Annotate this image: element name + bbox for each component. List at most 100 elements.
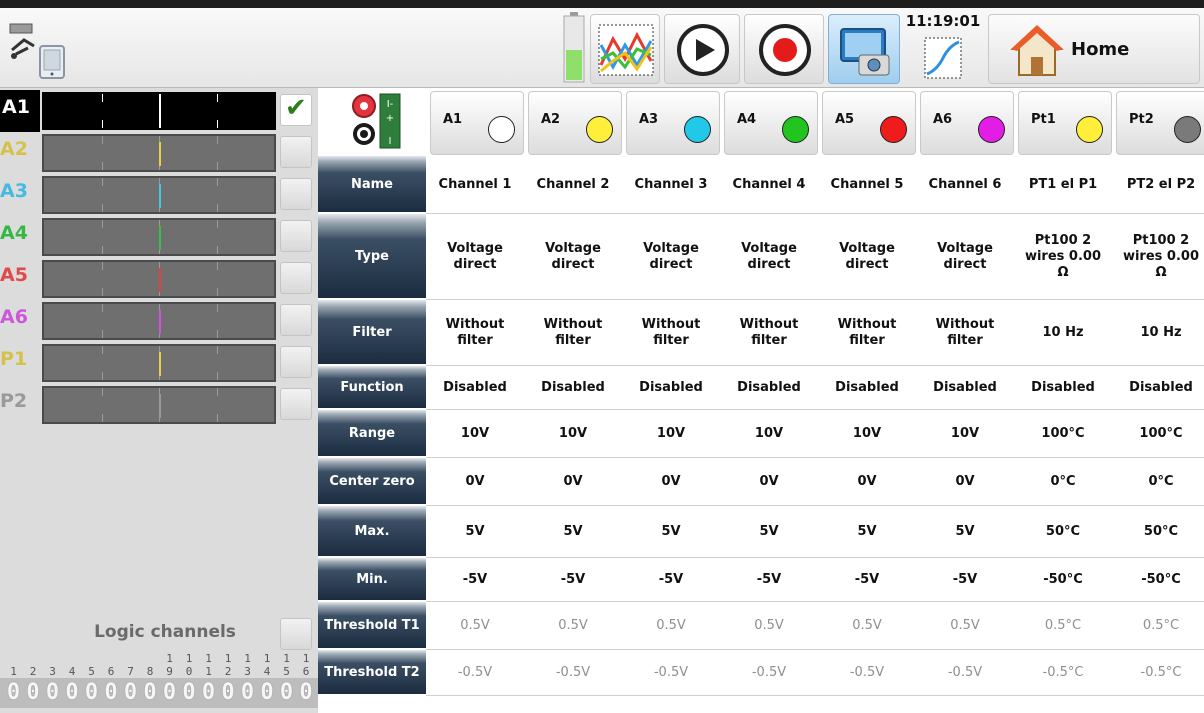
channel-row[interactable]: P1 — [0, 342, 318, 384]
screenshot-button[interactable] — [828, 14, 900, 84]
table-cell[interactable]: -5V — [426, 558, 524, 602]
column-header[interactable]: A2 — [528, 91, 622, 155]
record-button[interactable] — [744, 14, 824, 84]
table-cell[interactable]: Disabled — [622, 366, 720, 410]
channel-checkbox[interactable] — [280, 220, 312, 252]
table-cell[interactable]: 5V — [524, 506, 622, 558]
table-cell[interactable]: -0.5V — [524, 650, 622, 696]
channel-checkbox[interactable] — [280, 136, 312, 168]
channel-scale[interactable] — [42, 134, 276, 172]
table-cell[interactable]: -50°C — [1112, 558, 1204, 602]
table-cell[interactable]: Channel 5 — [818, 156, 916, 214]
table-cell[interactable]: -0.5V — [720, 650, 818, 696]
table-cell[interactable]: 5V — [720, 506, 818, 558]
table-cell[interactable]: -5V — [524, 558, 622, 602]
table-cell[interactable]: 10 Hz — [1112, 300, 1204, 366]
table-cell[interactable]: -0.5°C — [1112, 650, 1204, 696]
table-cell[interactable]: Without filter — [622, 300, 720, 366]
channel-scale[interactable] — [42, 344, 276, 382]
channel-checkbox[interactable] — [280, 178, 312, 210]
channel-scale[interactable] — [42, 260, 276, 298]
table-cell[interactable]: Disabled — [916, 366, 1014, 410]
table-cell[interactable]: Disabled — [524, 366, 622, 410]
table-cell[interactable]: 0V — [426, 458, 524, 506]
table-cell[interactable]: 0°C — [1014, 458, 1112, 506]
table-cell[interactable]: 0.5V — [426, 602, 524, 650]
table-cell[interactable]: Pt100 2 wires 0.00 Ω — [1112, 214, 1204, 300]
table-cell[interactable]: 0V — [622, 458, 720, 506]
table-cell[interactable]: 0V — [720, 458, 818, 506]
table-cell[interactable]: 0.5V — [818, 602, 916, 650]
table-cell[interactable]: -0.5V — [818, 650, 916, 696]
table-cell[interactable]: 10V — [524, 410, 622, 458]
table-cell[interactable]: Without filter — [818, 300, 916, 366]
table-cell[interactable]: Voltage direct — [524, 214, 622, 300]
table-cell[interactable]: 5V — [622, 506, 720, 558]
table-cell[interactable]: 0V — [818, 458, 916, 506]
table-cell[interactable]: 10V — [622, 410, 720, 458]
table-cell[interactable]: Voltage direct — [720, 214, 818, 300]
table-cell[interactable]: 0.5°C — [1112, 602, 1204, 650]
table-cell[interactable]: 10V — [426, 410, 524, 458]
channel-row[interactable]: A5 — [0, 258, 318, 300]
table-cell[interactable]: 50°C — [1014, 506, 1112, 558]
table-cell[interactable]: 5V — [818, 506, 916, 558]
channel-scale[interactable] — [42, 302, 276, 340]
table-cell[interactable]: Without filter — [426, 300, 524, 366]
channel-scale[interactable] — [42, 176, 276, 214]
table-cell[interactable]: 0.5V — [524, 602, 622, 650]
table-cell[interactable]: 0.5V — [916, 602, 1014, 650]
channel-checkbox[interactable]: ✔ — [280, 93, 312, 126]
table-cell[interactable]: 0V — [524, 458, 622, 506]
channel-checkbox[interactable] — [280, 388, 312, 420]
table-cell[interactable]: Channel 4 — [720, 156, 818, 214]
table-cell[interactable]: 0°C — [1112, 458, 1204, 506]
trend-button[interactable]: 11:19:01 — [903, 12, 983, 84]
column-header[interactable]: A1 — [430, 91, 524, 155]
table-cell[interactable]: Channel 2 — [524, 156, 622, 214]
channel-row[interactable]: A2 — [0, 132, 318, 174]
table-cell[interactable]: Disabled — [1014, 366, 1112, 410]
table-cell[interactable]: -5V — [622, 558, 720, 602]
home-button[interactable]: Home — [988, 14, 1200, 84]
table-cell[interactable]: 5V — [426, 506, 524, 558]
table-cell[interactable]: 10V — [916, 410, 1014, 458]
table-cell[interactable]: Without filter — [720, 300, 818, 366]
channel-scale[interactable] — [42, 92, 276, 130]
column-header[interactable]: Pt2 — [1116, 91, 1204, 155]
channel-row[interactable]: A3 — [0, 174, 318, 216]
table-cell[interactable]: 10 Hz — [1014, 300, 1112, 366]
channel-row[interactable]: A1 ✔ — [0, 90, 318, 132]
table-cell[interactable]: -5V — [818, 558, 916, 602]
table-cell[interactable]: Voltage direct — [622, 214, 720, 300]
table-cell[interactable]: 10V — [818, 410, 916, 458]
table-cell[interactable]: Voltage direct — [426, 214, 524, 300]
channel-scale[interactable] — [42, 218, 276, 256]
channel-row[interactable]: A6 — [0, 300, 318, 342]
channel-checkbox[interactable] — [280, 304, 312, 336]
table-cell[interactable]: -0.5V — [622, 650, 720, 696]
table-cell[interactable]: Without filter — [916, 300, 1014, 366]
column-header[interactable]: A5 — [822, 91, 916, 155]
table-cell[interactable]: Disabled — [426, 366, 524, 410]
table-cell[interactable]: 0.5°C — [1014, 602, 1112, 650]
table-cell[interactable]: Disabled — [720, 366, 818, 410]
chart-button[interactable] — [590, 14, 660, 84]
column-header[interactable]: A3 — [626, 91, 720, 155]
channel-checkbox[interactable] — [280, 346, 312, 378]
channel-scale[interactable] — [42, 386, 276, 424]
column-header[interactable]: A6 — [920, 91, 1014, 155]
table-cell[interactable]: -0.5°C — [1014, 650, 1112, 696]
table-cell[interactable]: Disabled — [818, 366, 916, 410]
table-cell[interactable]: Channel 3 — [622, 156, 720, 214]
table-cell[interactable]: PT1 el P1 — [1014, 156, 1112, 214]
table-cell[interactable]: Channel 1 — [426, 156, 524, 214]
table-cell[interactable]: 0.5V — [622, 602, 720, 650]
table-cell[interactable]: -0.5V — [426, 650, 524, 696]
table-cell[interactable]: Pt100 2 wires 0.00 Ω — [1014, 214, 1112, 300]
table-cell[interactable]: 100°C — [1112, 410, 1204, 458]
channel-checkbox[interactable] — [280, 262, 312, 294]
usb-disk-icon[interactable] — [4, 20, 108, 80]
column-header[interactable]: Pt1 — [1018, 91, 1112, 155]
column-header[interactable]: A4 — [724, 91, 818, 155]
